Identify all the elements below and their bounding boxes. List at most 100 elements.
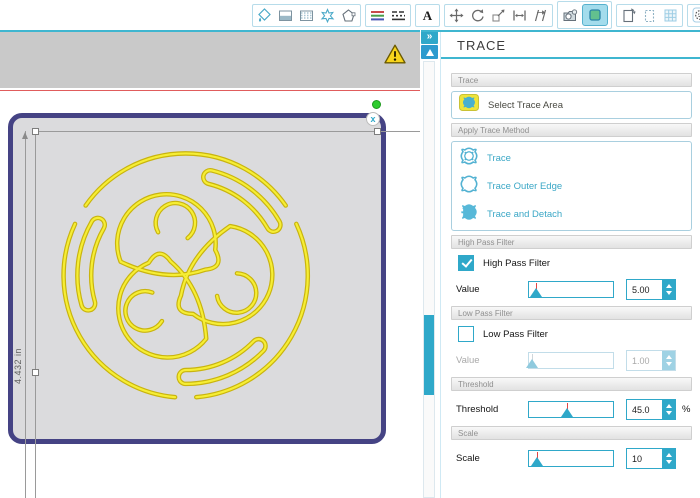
high-pass-value-label: Value <box>456 284 480 295</box>
offpage-area <box>0 30 421 88</box>
section-header-low-pass: Low Pass Filter <box>451 306 692 320</box>
trace-panel: TRACE Trace Select Trace Area Apply Trac… <box>440 30 700 498</box>
scale-spinner: 10 <box>626 448 676 469</box>
slider-thumb-icon[interactable] <box>530 457 543 466</box>
scale-label: Scale <box>456 453 480 464</box>
page-flip-icon[interactable] <box>620 7 637 24</box>
fill-tools-group <box>252 3 361 27</box>
scale-slider[interactable] <box>528 450 614 467</box>
trace-result-artwork <box>13 118 381 439</box>
low-pass-spin-buttons <box>662 351 675 370</box>
panel-scrollbar-strip: » <box>420 30 440 498</box>
scale-tool-icon[interactable] <box>490 7 507 24</box>
dimension-line <box>25 131 26 498</box>
draw-polygon-icon[interactable] <box>340 7 357 24</box>
section-header-trace: Trace <box>451 73 692 87</box>
rhinestone-spiral-icon[interactable] <box>691 7 700 24</box>
trace-method-trace-icon <box>459 146 479 171</box>
high-pass-spin-buttons[interactable] <box>662 280 675 299</box>
selection-handle-left[interactable] <box>32 369 39 376</box>
trace-method-outer-edge-icon <box>459 174 479 199</box>
threshold-spinner: 45.0 <box>626 399 676 420</box>
rhinestone-tools-group <box>687 3 700 27</box>
select-trace-area-button[interactable]: Select Trace Area <box>452 92 691 118</box>
top-toolbar: A <box>0 0 700 30</box>
trace-method-trace-label: Trace <box>487 152 511 164</box>
fill-solid-icon[interactable] <box>277 7 294 24</box>
low-pass-value-label: Value <box>456 355 480 366</box>
spin-down-icon[interactable] <box>665 460 672 465</box>
spin-down-icon[interactable] <box>665 411 672 416</box>
trace-method-outer-edge[interactable]: Trace Outer Edge <box>452 172 691 200</box>
cut-border-line <box>0 90 421 91</box>
height-dimension-label: 4.432 in <box>13 348 23 385</box>
trace-tools-group <box>557 1 612 29</box>
panel-scroll-up-button[interactable] <box>421 45 438 59</box>
trace-tool-icon[interactable] <box>582 4 608 26</box>
fill-color-icon[interactable] <box>256 7 273 24</box>
delete-selection-button[interactable]: x <box>366 112 380 126</box>
high-pass-value-row: Value 5.00 <box>456 279 692 300</box>
select-by-color-icon[interactable] <box>319 7 336 24</box>
spin-up-icon[interactable] <box>665 283 672 288</box>
low-pass-value: 1.00 <box>632 356 650 366</box>
low-pass-checkbox[interactable] <box>458 326 474 342</box>
section-header-high-pass: High Pass Filter <box>451 235 692 249</box>
trace-method-detach-icon <box>459 202 479 227</box>
scale-spin-buttons[interactable] <box>662 449 675 468</box>
shear-tool-icon[interactable] <box>532 7 549 24</box>
slider-thumb-icon[interactable] <box>560 408 573 417</box>
threshold-unit: % <box>682 404 691 415</box>
select-trace-area-icon <box>459 94 479 116</box>
page-tools-group <box>616 3 683 27</box>
mirror-tool-icon[interactable] <box>511 7 528 24</box>
section-header-apply-trace-method: Apply Trace Method <box>451 123 692 137</box>
line-tools-group <box>365 3 411 27</box>
threshold-spin-buttons[interactable] <box>662 400 675 419</box>
spin-down-icon[interactable] <box>665 291 672 296</box>
slider-thumb-icon[interactable] <box>529 288 542 297</box>
threshold-slider[interactable] <box>528 401 614 418</box>
low-pass-checkbox-label: Low Pass Filter <box>483 328 548 340</box>
high-pass-slider[interactable] <box>528 281 614 298</box>
selection-extension-line <box>35 131 36 498</box>
trace-method-trace[interactable]: Trace <box>452 144 691 172</box>
selection-handle-top-right[interactable] <box>374 128 381 135</box>
line-style-icon[interactable] <box>390 7 407 24</box>
registration-dot <box>372 100 381 109</box>
silhouette-studio-window: A x 4.432 in » TRACE Trace Select Trace … <box>0 0 700 498</box>
scale-row: Scale 10 <box>456 448 692 469</box>
threshold-label: Threshold <box>456 404 499 415</box>
move-tool-icon[interactable] <box>448 7 465 24</box>
section-header-scale: Scale <box>451 426 692 440</box>
trace-preview-icon[interactable] <box>561 7 578 24</box>
warning-icon <box>384 44 406 69</box>
high-pass-checkbox[interactable] <box>458 255 474 271</box>
trace-method-detach-label: Trace and Detach <box>487 208 563 220</box>
text-tool-icon[interactable]: A <box>419 7 436 24</box>
line-color-icon[interactable] <box>369 7 386 24</box>
trace-method-detach[interactable]: Trace and Detach <box>452 200 691 228</box>
trace-method-outer-edge-label: Trace Outer Edge <box>487 180 563 192</box>
select-trace-area-box: Select Trace Area <box>451 91 692 119</box>
fill-pattern-icon[interactable] <box>298 7 315 24</box>
panel-scrollbar-thumb[interactable] <box>424 315 434 395</box>
up-arrow-icon <box>425 48 434 56</box>
spin-up-icon <box>665 354 672 359</box>
selection-handle-top-left[interactable] <box>32 128 39 135</box>
panel-title: TRACE <box>457 38 507 53</box>
page-outline-icon[interactable] <box>641 7 658 24</box>
grid-icon[interactable] <box>662 7 679 24</box>
drawing-canvas[interactable]: x 4.432 in <box>0 30 437 498</box>
transform-tools-group <box>444 3 553 27</box>
panel-scrollbar-track[interactable] <box>423 61 435 498</box>
spin-up-icon[interactable] <box>665 452 672 457</box>
slider-thumb-icon <box>525 359 538 368</box>
spin-up-icon[interactable] <box>665 403 672 408</box>
workspace-top-border <box>421 30 700 32</box>
low-pass-spinner: 1.00 <box>626 350 676 371</box>
panel-collapse-button[interactable]: » <box>421 30 438 44</box>
traced-image-object[interactable] <box>8 113 386 444</box>
high-pass-checkbox-label: High Pass Filter <box>483 257 551 269</box>
rotate-tool-icon[interactable] <box>469 7 486 24</box>
